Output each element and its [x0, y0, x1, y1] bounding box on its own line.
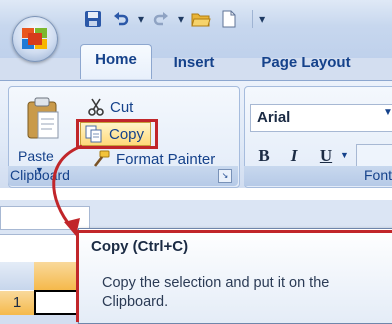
- new-document-icon[interactable]: [218, 8, 240, 30]
- format-painter-label: Format Painter: [116, 150, 216, 168]
- toolbar-separator: [252, 10, 254, 28]
- paste-label: Paste: [18, 148, 54, 164]
- tooltip-description: Copy the selection and put it on the Cli…: [102, 275, 330, 310]
- paintbrush-icon: [93, 150, 110, 167]
- name-box[interactable]: [0, 206, 90, 230]
- format-painter-button[interactable]: Format Painter: [92, 148, 215, 170]
- underline-button[interactable]: U: [314, 144, 338, 168]
- row-header[interactable]: 1: [0, 291, 34, 315]
- save-icon[interactable]: [82, 8, 104, 30]
- redo-icon[interactable]: [150, 8, 172, 30]
- cut-label: Cut: [110, 98, 134, 116]
- dialog-launcher-icon[interactable]: ↘: [218, 169, 232, 183]
- copy-highlight-frame: [76, 119, 158, 149]
- tab-home[interactable]: Home: [80, 44, 152, 79]
- paste-icon: [27, 97, 59, 139]
- bold-button[interactable]: B: [252, 144, 276, 168]
- underline-dropdown-icon[interactable]: ▼: [340, 150, 349, 160]
- paste-dropdown-icon[interactable]: ▼: [35, 165, 44, 175]
- tab-insert[interactable]: Insert: [166, 50, 222, 76]
- tooltip-title: Copy (Ctrl+C): [91, 238, 189, 255]
- scissors-icon: [88, 98, 104, 116]
- font-group-label: Font: [364, 167, 392, 183]
- italic-button[interactable]: I: [282, 144, 306, 168]
- redo-dropdown-icon[interactable]: ▾: [178, 12, 184, 26]
- quick-access-toolbar: ▾ ▾ ▾: [82, 4, 265, 34]
- undo-dropdown-icon[interactable]: ▾: [138, 12, 144, 26]
- chevron-down-icon[interactable]: ▼: [383, 107, 392, 118]
- cut-button[interactable]: Cut: [88, 96, 133, 118]
- font-name-select[interactable]: Arial: [250, 104, 392, 132]
- tab-page-layout[interactable]: Page Layout: [246, 50, 366, 76]
- select-all-corner[interactable]: [0, 262, 35, 290]
- open-folder-icon[interactable]: [190, 8, 212, 30]
- ribbon-tab-strip: Home Insert Page Layout: [0, 36, 392, 80]
- customize-arrow-icon[interactable]: ▾: [259, 12, 265, 26]
- undo-icon[interactable]: [110, 8, 132, 30]
